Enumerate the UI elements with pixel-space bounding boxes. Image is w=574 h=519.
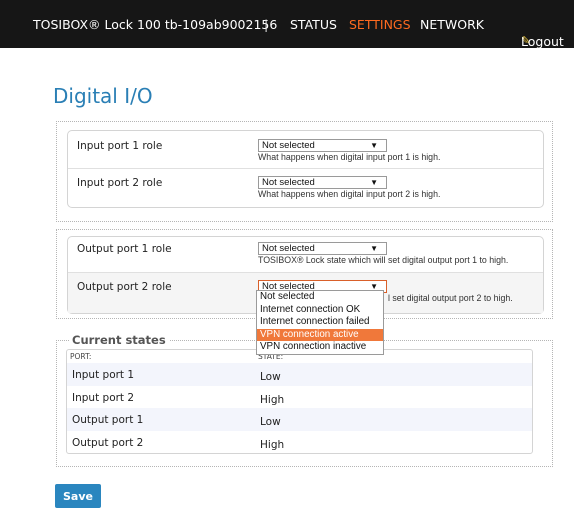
dropdown-option[interactable]: Internet connection failed — [257, 316, 383, 329]
port-name: Output port 2 — [72, 436, 144, 449]
output-port-2-dropdown-list[interactable]: Not selected Internet connection OK Inte… — [256, 290, 384, 355]
current-states-table: PORT: STATE: Input port 1 Low Input port… — [66, 349, 533, 454]
input-port-2-value: Not selected — [262, 177, 315, 188]
input-port-2-help: What happens when digital input port 2 i… — [258, 189, 441, 199]
chevron-down-icon: ▼ — [370, 178, 378, 187]
logout-label: Logout — [521, 34, 564, 49]
input-port-2-select[interactable]: Not selected ▼ — [258, 176, 387, 189]
input-port-1-row: Input port 1 role Not selected ▼ What hap… — [68, 131, 543, 169]
nav-status-link[interactable]: STATUS — [290, 17, 337, 32]
port-state: Low — [260, 371, 281, 383]
dropdown-option[interactable]: Internet connection OK — [257, 304, 383, 317]
dropdown-option[interactable]: VPN connection inactive — [257, 341, 383, 354]
port-name: Input port 2 — [72, 391, 135, 404]
input-port-1-select[interactable]: Not selected ▼ — [258, 139, 387, 152]
table-row: Input port 2 High — [67, 386, 532, 409]
input-port-2-row: Input port 2 role Not selected ▼ What hap… — [68, 169, 543, 207]
output-port-1-value: Not selected — [262, 243, 315, 254]
input-port-1-label: Input port 1 role — [77, 140, 163, 152]
dropdown-option-highlighted[interactable]: VPN connection active — [257, 328, 383, 341]
nav-settings-link[interactable]: SETTINGS — [349, 17, 411, 32]
port-name: Output port 1 — [72, 414, 144, 426]
port-name: Input port 1 — [72, 369, 135, 381]
port-state: High — [260, 393, 285, 406]
save-button[interactable]: Save — [55, 484, 101, 508]
chevron-down-icon: ▼ — [370, 244, 378, 253]
port-column-header: PORT: — [70, 352, 92, 361]
input-port-2-label: Input port 2 role — [77, 177, 163, 189]
output-port-2-label: Output port 2 role — [77, 281, 172, 293]
top-navigation-bar: TOSIBOX® Lock 100 tb-109ab9002156 | STAT… — [0, 0, 574, 49]
device-title: TOSIBOX® Lock 100 tb-109ab9002156 — [33, 17, 278, 32]
nav-separator: | — [264, 17, 269, 32]
nav-network-link[interactable]: NETWORK — [420, 17, 484, 32]
port-state: High — [260, 438, 285, 451]
output-port-1-row: Output port 1 role Not selected ▼ TOSIBOX… — [68, 237, 543, 273]
output-port-1-label: Output port 1 role — [77, 243, 172, 255]
table-row: Output port 1 Low — [67, 408, 532, 431]
table-row: Output port 2 High — [67, 431, 532, 454]
input-port-1-value: Not selected — [262, 140, 315, 151]
page-title: Digital I/O — [53, 84, 153, 108]
dropdown-option[interactable]: Not selected — [257, 291, 383, 304]
input-ports-fieldset: Input port 1 role Not selected ▼ What hap… — [56, 121, 553, 222]
table-row: Input port 1 Low — [67, 363, 532, 386]
input-ports-panel: Input port 1 role Not selected ▼ What hap… — [67, 130, 544, 208]
output-port-1-help: TOSIBOX® Lock state which will set digit… — [258, 255, 509, 265]
port-state: Low — [260, 416, 281, 428]
output-port-2-help: l set digital output port 2 to high. — [388, 293, 513, 303]
input-port-1-help: What happens when digital input port 1 i… — [258, 152, 441, 162]
output-port-1-select[interactable]: Not selected ▼ — [258, 242, 387, 255]
current-states-legend: Current states — [69, 333, 169, 347]
chevron-down-icon: ▼ — [370, 141, 378, 150]
